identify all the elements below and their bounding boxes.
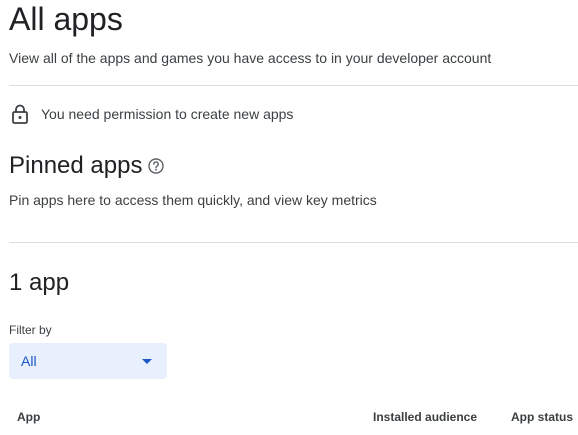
- page-title: All apps: [9, 1, 123, 37]
- permission-message: You need permission to create new apps: [41, 106, 294, 122]
- filter-selected-value: All: [21, 353, 37, 369]
- column-header-app-status[interactable]: App status: [511, 409, 573, 425]
- pinned-apps-description: Pin apps here to access them quickly, an…: [9, 192, 377, 208]
- column-header-installed-audience[interactable]: Installed audience: [373, 409, 477, 425]
- pinned-apps-title: Pinned apps: [9, 152, 143, 179]
- filter-dropdown[interactable]: All: [9, 343, 167, 379]
- page-subtitle: View all of the apps and games you have …: [9, 50, 492, 66]
- permission-notice: You need permission to create new apps: [9, 103, 293, 125]
- filter-label: Filter by: [9, 323, 52, 337]
- divider: [9, 85, 578, 86]
- lock-icon: [9, 103, 31, 125]
- help-circle-icon[interactable]: [147, 157, 165, 175]
- divider: [9, 242, 578, 243]
- column-header-app[interactable]: App: [17, 409, 40, 425]
- dropdown-arrow-icon: [142, 358, 152, 364]
- app-count: 1 app: [9, 269, 70, 296]
- pinned-apps-header: Pinned apps: [9, 150, 165, 182]
